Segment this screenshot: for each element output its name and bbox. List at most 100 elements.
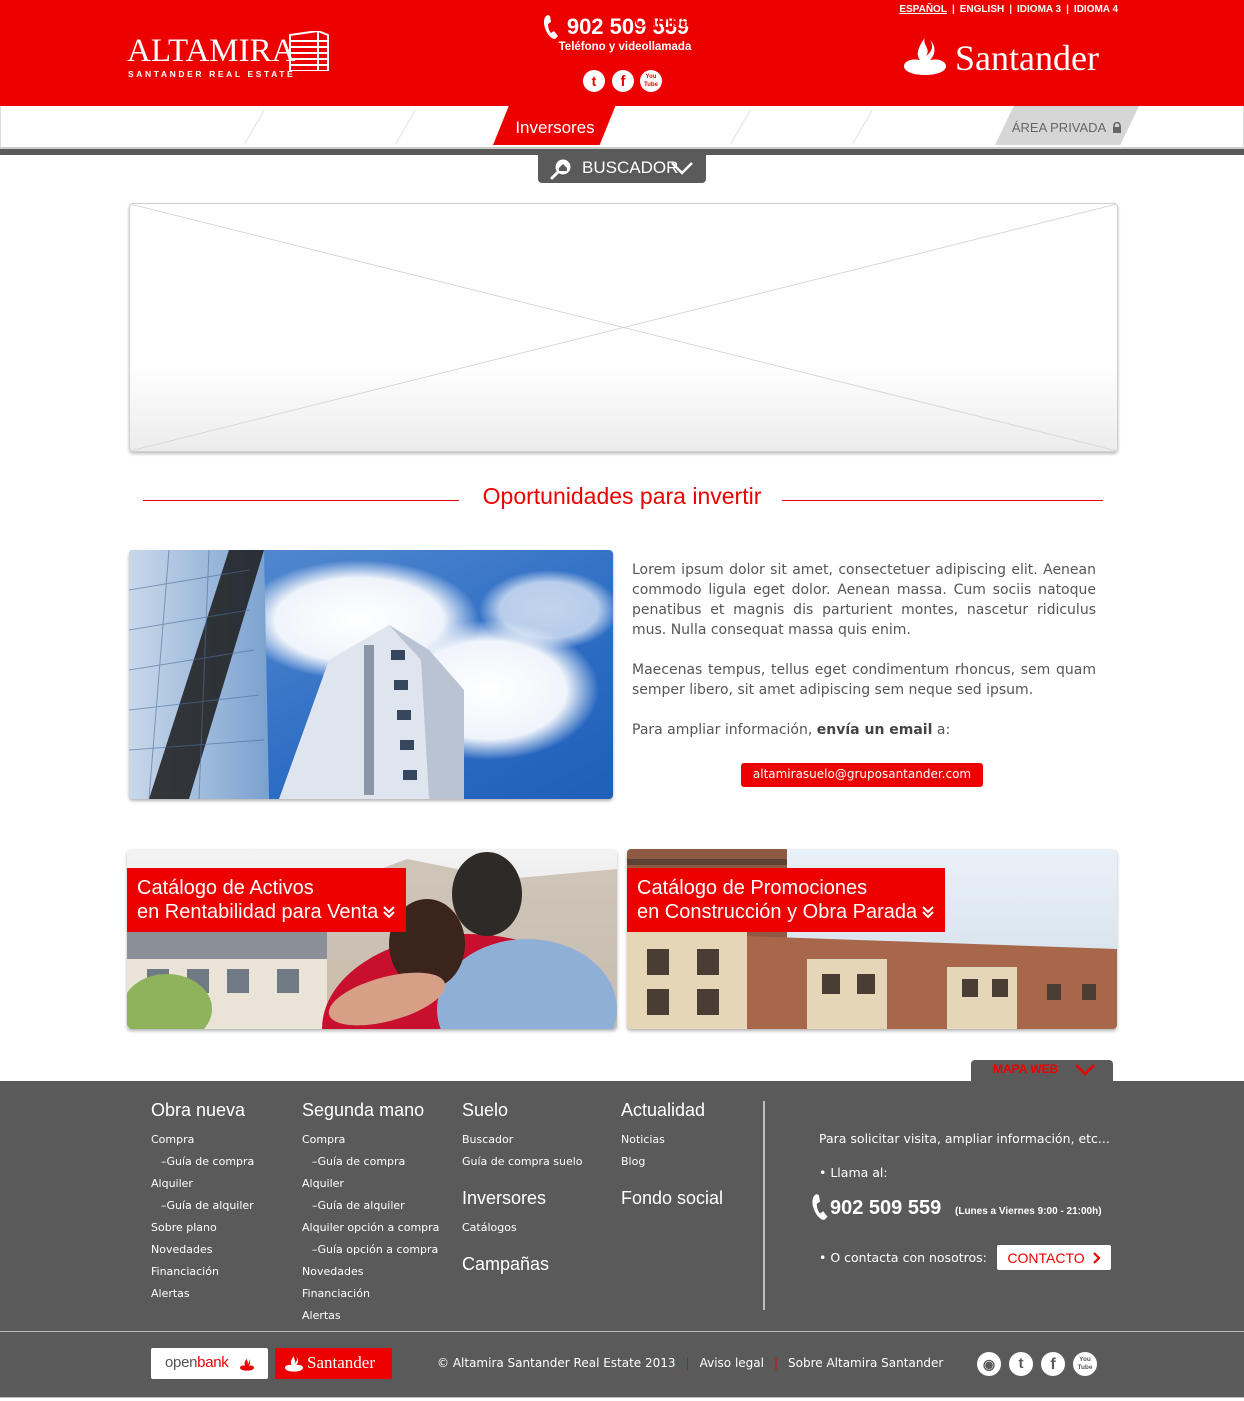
footer-link[interactable]: –Guía de compra	[302, 1151, 439, 1173]
footer-link[interactable]: Blog	[621, 1151, 723, 1173]
invest-contact-line: Para ampliar información, envía un email…	[632, 720, 1096, 740]
lang-idioma-4[interactable]: IDIOMA 4	[1069, 4, 1123, 15]
placeholder-cross	[130, 204, 1117, 451]
footer-divider	[763, 1101, 765, 1310]
openbank-logo-word: openbank	[165, 1354, 229, 1371]
footer-link[interactable]: Compra	[302, 1129, 439, 1151]
footer-link[interactable]: –Guía de alquiler	[151, 1195, 254, 1217]
section-title: Oportunidades para invertir	[482, 483, 762, 509]
footer-heading-segunda-mano[interactable]: Segunda mano	[302, 1099, 439, 1121]
facebook-icon[interactable]: f	[612, 70, 634, 92]
lang-idioma-3[interactable]: IDIOMA 3	[1012, 4, 1066, 15]
footer-link[interactable]: Financiación	[151, 1261, 254, 1283]
nav-bottom-bar	[0, 147, 1244, 155]
nav-item-campanas[interactable]: Campañas	[630, 0, 722, 41]
footer-link[interactable]: Compra	[151, 1129, 254, 1151]
santander-logo-word: Santander	[955, 38, 1099, 78]
footer-heading-obra-nueva[interactable]: Obra nueva	[151, 1099, 254, 1121]
footer-link[interactable]: –Guía de compra	[151, 1151, 254, 1173]
footer-separator: |	[685, 1356, 690, 1370]
header-social-links: t f You Tube	[583, 70, 663, 92]
section-title-rule-left	[143, 500, 459, 501]
footer-link[interactable]: –Guía de alquiler	[302, 1195, 439, 1217]
invest-description: Lorem ipsum dolor sit amet, consectetuer…	[632, 560, 1096, 760]
double-chevron-down-icon	[383, 906, 396, 919]
chevron-right-icon	[1092, 1252, 1101, 1264]
altamira-logo-tagline: SANTANDER REAL ESTATE	[128, 69, 296, 79]
footer-link[interactable]: Alquiler opción a compra	[302, 1217, 439, 1239]
footer-link[interactable]: Noticias	[621, 1129, 723, 1151]
footer-link[interactable]: Novedades	[151, 1239, 254, 1261]
openbank-word-bank: bank	[197, 1354, 229, 1371]
openbank-logo[interactable]: openbank	[151, 1348, 268, 1379]
footer-heading-fondo-social[interactable]: Fondo social	[621, 1187, 723, 1209]
catalog-1-line-1: Catálogo de Activos	[137, 877, 314, 899]
nav-item-inversores[interactable]: Inversores	[493, 106, 617, 147]
email-button[interactable]: altamirasuelo@gruposantander.com	[741, 763, 983, 787]
contact-button-label: CONTACTO	[1007, 1250, 1085, 1266]
nav-item-segunda-mano[interactable]: Segunda mano	[267, 0, 389, 41]
search-toggle[interactable]: BUSCADOR	[538, 155, 706, 183]
legal-notice-link[interactable]: Aviso legal	[700, 1356, 764, 1370]
footer-edge	[0, 1397, 1244, 1401]
about-link[interactable]: Sobre Altamira Santander	[788, 1356, 943, 1370]
footer-link[interactable]: Sobre plano	[151, 1217, 254, 1239]
private-area-link[interactable]: ÁREA PRIVADA	[995, 106, 1139, 145]
openbank-word-open: open	[165, 1354, 198, 1371]
footer-link[interactable]: Guía de compra suelo	[462, 1151, 583, 1173]
footer-link[interactable]: Financiación	[302, 1283, 439, 1305]
building-photo	[129, 550, 613, 799]
santander-footer-logo[interactable]: Santander	[275, 1348, 392, 1379]
contact-prefix: Para ampliar información,	[632, 722, 817, 738]
contact-suffix: a:	[932, 722, 951, 738]
nav-item-suelo[interactable]: Suelo	[419, 0, 475, 41]
chevron-down-icon	[1075, 1064, 1095, 1076]
chevron-down-icon	[671, 162, 693, 175]
footer-col-actualidad: Actualidad Noticias Blog Fondo social	[621, 1099, 723, 1217]
footer-phone-hours: (Lunes a Viernes 9:00 - 21:00h)	[955, 1206, 1102, 1217]
footer-col-segunda-mano: Segunda mano Compra –Guía de compra Alqu…	[302, 1099, 439, 1327]
footer-link[interactable]: Buscador	[462, 1129, 583, 1151]
footer-link[interactable]: Alquiler	[302, 1173, 439, 1195]
catalog-label-rentabilidad: Catálogo de Activos en Rentabilidad para…	[127, 868, 407, 932]
catalog-card-rentabilidad[interactable]: Catálogo de Activos en Rentabilidad para…	[127, 849, 617, 1029]
nav-item-actualidad[interactable]: Actualidad	[752, 0, 844, 41]
footer-contact-other-label: • O contacta con nosotros:	[819, 1250, 987, 1265]
youtube-icon[interactable]: You Tube	[640, 70, 662, 92]
footer-link[interactable]: Alertas	[302, 1305, 439, 1327]
header-phone-caption: Teléfono y videollamada	[558, 41, 692, 53]
footer-link[interactable]: Alquiler	[151, 1173, 254, 1195]
footer-heading-inversores[interactable]: Inversores	[462, 1187, 583, 1209]
phone-icon	[544, 15, 558, 39]
nav-item-obra-nueva[interactable]: Obra nueva	[138, 0, 234, 41]
sitemap-toggle[interactable]: MAPA WEB	[971, 1060, 1113, 1081]
twitter-icon[interactable]: t	[1009, 1352, 1033, 1376]
footer-legal-links: © Altamira Santander Real Estate 2013 | Av…	[437, 1356, 943, 1370]
footer-link[interactable]: Novedades	[302, 1261, 439, 1283]
section-title-rule-right	[782, 500, 1103, 501]
footer-heading-suelo[interactable]: Suelo	[462, 1099, 583, 1121]
footer-link[interactable]: –Guía opción a compra	[302, 1239, 439, 1261]
rss-icon[interactable]: ◉	[977, 1352, 1001, 1376]
catalog-1-line-2: en Rentabilidad para Venta	[137, 901, 379, 923]
youtube-icon[interactable]: You Tube	[1073, 1352, 1097, 1376]
nav-item-fondo-social[interactable]: Fondo social	[876, 0, 980, 41]
santander-flame-icon	[285, 1354, 303, 1372]
footer-link[interactable]: Alertas	[151, 1283, 254, 1305]
footer-separator: |	[773, 1356, 779, 1370]
phone-icon	[812, 1194, 828, 1220]
invest-paragraph-2: Maecenas tempus, tellus eget condimentum…	[632, 662, 1096, 698]
contact-button[interactable]: CONTACTO	[997, 1245, 1111, 1270]
double-chevron-down-icon	[922, 906, 934, 919]
santander-footer-logo-word: Santander	[307, 1353, 375, 1372]
twitter-icon[interactable]: t	[583, 70, 605, 92]
footer-col-obra-nueva: Obra nueva Compra –Guía de compra Alquil…	[151, 1099, 254, 1305]
footer-link[interactable]: Catálogos	[462, 1217, 583, 1239]
facebook-icon[interactable]: f	[1041, 1352, 1065, 1376]
footer-heading-actualidad[interactable]: Actualidad	[621, 1099, 723, 1121]
footer-heading-campanas[interactable]: Campañas	[462, 1253, 583, 1275]
catalog-card-promociones[interactable]: Catálogo de Promociones en Construcción …	[627, 849, 1117, 1029]
house-search-icon	[550, 159, 571, 180]
footer-contact-phone[interactable]: 902 509 559 (Lunes a Viernes 9:00 - 21:0…	[810, 1193, 1130, 1223]
catalog-2-line-2: en Construcción y Obra Parada	[637, 901, 918, 923]
